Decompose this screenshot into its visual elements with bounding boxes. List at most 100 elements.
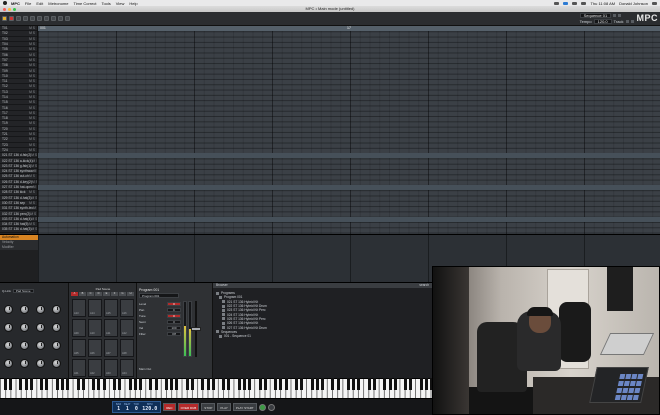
undo-icon[interactable] [30,16,35,21]
menu-tools[interactable]: Tools [101,1,110,6]
mute-solo-buttons[interactable]: M S [32,180,37,184]
pencil-tool-icon[interactable] [16,16,21,21]
wifi-icon[interactable] [572,1,578,5]
mute-solo-buttons[interactable]: M S [29,42,35,46]
drum-pad[interactable]: A01 [72,359,86,377]
black-key[interactable] [133,378,137,390]
pad-bank-button[interactable]: A [71,292,78,296]
mute-solo-buttons[interactable]: M S [29,100,35,104]
mute-solo-buttons[interactable]: M S [29,79,35,83]
drum-pad[interactable]: A06 [88,339,102,357]
qlink-knob[interactable] [52,341,61,350]
drum-pad[interactable]: A16 [120,299,134,317]
sync-indicator-icon[interactable] [258,403,266,411]
black-key[interactable] [55,378,59,390]
black-key[interactable] [211,378,215,390]
mute-solo-buttons[interactable]: M S [29,137,35,141]
black-key[interactable] [346,378,350,390]
black-key[interactable] [294,378,298,390]
black-key[interactable] [8,378,12,390]
apple-icon[interactable] [3,1,7,5]
black-key[interactable] [274,378,278,390]
black-key[interactable] [128,378,132,390]
browser-item[interactable]: 001 - Sequence 01 [216,334,267,338]
black-key[interactable] [149,378,153,390]
user-name[interactable]: Donald Johnson [619,1,648,6]
grid-icon[interactable] [618,14,622,17]
battery-icon[interactable] [581,1,587,5]
tempo-field[interactable]: 120.0 [593,19,612,24]
mute-solo-buttons[interactable]: M S [29,127,35,131]
param-value[interactable]: Off [167,331,181,336]
stop-button[interactable]: STOP [201,403,216,411]
loop-icon[interactable] [65,16,70,21]
pad-bank-button[interactable]: G [119,292,126,296]
black-key[interactable] [76,378,80,390]
black-key[interactable] [424,378,428,390]
black-key[interactable] [201,378,205,390]
qlink-knob[interactable] [36,341,45,350]
mute-solo-buttons[interactable]: M S [29,69,35,73]
menu-time-correct[interactable]: Time Correct [73,1,96,6]
black-key[interactable] [190,378,194,390]
arrange-grid[interactable] [38,26,660,234]
black-key[interactable] [206,378,210,390]
menu-file[interactable]: File [25,1,31,6]
close-window-icon[interactable] [3,7,6,11]
mute-solo-buttons[interactable]: M S [31,153,37,157]
black-key[interactable] [367,378,371,390]
param-value[interactable]: 0 [167,313,181,318]
mute-solo-buttons[interactable]: M S [29,53,35,57]
settings-icon[interactable] [613,14,617,17]
black-key[interactable] [404,378,408,390]
param-value[interactable]: 0 [167,301,181,306]
mute-solo-buttons[interactable]: M S [34,169,37,173]
black-key[interactable] [419,378,423,390]
search-icon[interactable] [652,1,657,5]
eraser-tool-icon[interactable] [23,16,28,21]
qlink-knob[interactable] [20,341,29,350]
play-start-button[interactable]: PLAY START [232,403,257,411]
redo-icon[interactable] [37,16,42,21]
param-value[interactable]: C [167,307,181,312]
pad-bank-button[interactable]: H [127,292,134,296]
mute-solo-buttons[interactable]: M S [29,201,35,205]
black-key[interactable] [118,378,122,390]
tap-tempo-icon[interactable] [625,20,629,23]
mute-solo-buttons[interactable]: M S [29,106,35,110]
qlink-knob[interactable] [4,359,13,368]
drum-pad[interactable]: A05 [72,339,86,357]
black-key[interactable] [175,378,179,390]
black-key[interactable] [29,378,33,390]
menu-view[interactable]: View [116,1,125,6]
sequence-selector[interactable]: Sequence 01 [579,13,612,18]
qlink-knob[interactable] [4,305,13,314]
mute-solo-buttons[interactable]: M S [29,190,35,194]
mute-solo-buttons[interactable]: M S [31,196,37,200]
qlink-knob[interactable] [20,305,29,314]
black-key[interactable] [112,378,116,390]
mute-solo-buttons[interactable]: M S [29,148,35,152]
black-key[interactable] [164,378,168,390]
drum-pad[interactable]: A07 [104,339,118,357]
qlink-knob[interactable] [52,359,61,368]
qlink-knob[interactable] [4,341,13,350]
qlink-knob[interactable] [52,323,61,332]
black-key[interactable] [300,378,304,390]
mute-solo-buttons[interactable]: M S [30,212,36,216]
snap-icon[interactable] [58,16,63,21]
maximize-window-icon[interactable] [13,7,16,11]
metronome-icon[interactable] [630,20,634,23]
clock[interactable]: Thu 11:08 AM [590,1,615,6]
param-value[interactable]: 100 [167,325,181,330]
black-key[interactable] [357,378,361,390]
menu-metronome[interactable]: Metronome [48,1,68,6]
mute-solo-buttons[interactable]: M S [29,143,35,147]
black-key[interactable] [24,378,28,390]
qlink-knob[interactable] [4,323,13,332]
black-key[interactable] [336,378,340,390]
drum-pad[interactable]: A04 [120,359,134,377]
tick-value[interactable]: 0 [135,406,138,412]
black-key[interactable] [102,378,106,390]
mute-solo-buttons[interactable]: M S [29,90,35,94]
